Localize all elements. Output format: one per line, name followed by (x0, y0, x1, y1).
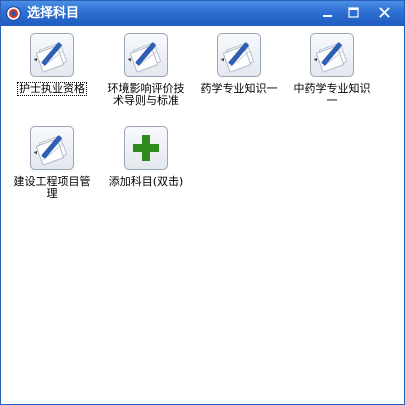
notepad-pen-icon (127, 42, 161, 73)
notepad-pen-icon (33, 135, 67, 166)
plus-icon (133, 135, 159, 161)
subject-label: 环境影响评价技术导则与标准 (107, 82, 185, 107)
subject-item-pharmacy[interactable]: 药学专业知识一 (197, 33, 281, 96)
subject-tile[interactable] (30, 33, 74, 77)
close-icon (378, 6, 390, 18)
add-subject-label: 添加科目(双击) (108, 175, 184, 188)
title-bar[interactable]: 选择科目 (1, 1, 404, 26)
subject-tile[interactable] (217, 33, 261, 77)
subject-tile[interactable] (124, 33, 168, 77)
select-subject-window: 选择科目 护士执业资格 环境影响评价技术导则与标准 药学专业知识一 中药学专业知… (0, 0, 405, 405)
subject-item-tcm-pharmacy[interactable]: 中药学专业知识一 (290, 33, 374, 108)
subject-label: 建设工程项目管理 (13, 175, 91, 200)
subject-label: 中药学专业知识一 (293, 82, 371, 107)
subject-tile[interactable] (30, 126, 74, 170)
minimize-button[interactable] (314, 2, 341, 22)
subject-item-construction[interactable]: 建设工程项目管理 (10, 126, 94, 201)
notepad-pen-icon (33, 42, 67, 73)
notepad-pen-icon (313, 42, 347, 73)
maximize-icon (348, 6, 359, 18)
subject-item-nursing[interactable]: 护士执业资格 (10, 33, 94, 96)
close-button[interactable] (369, 2, 399, 22)
add-subject-tile[interactable] (124, 126, 168, 170)
maximize-button[interactable] (340, 2, 367, 22)
subject-label: 护士执业资格 (17, 82, 87, 96)
subject-list: 护士执业资格 环境影响评价技术导则与标准 药学专业知识一 中药学专业知识一 建设… (2, 26, 403, 404)
notepad-pen-icon (220, 42, 254, 73)
window-title: 选择科目 (27, 6, 80, 21)
subject-tile[interactable] (310, 33, 354, 77)
minimize-icon (323, 14, 332, 17)
app-icon[interactable] (6, 6, 21, 21)
subject-item-environmental[interactable]: 环境影响评价技术导则与标准 (104, 33, 188, 108)
subject-label: 药学专业知识一 (200, 82, 278, 95)
add-subject-button[interactable]: 添加科目(双击) (104, 126, 188, 189)
